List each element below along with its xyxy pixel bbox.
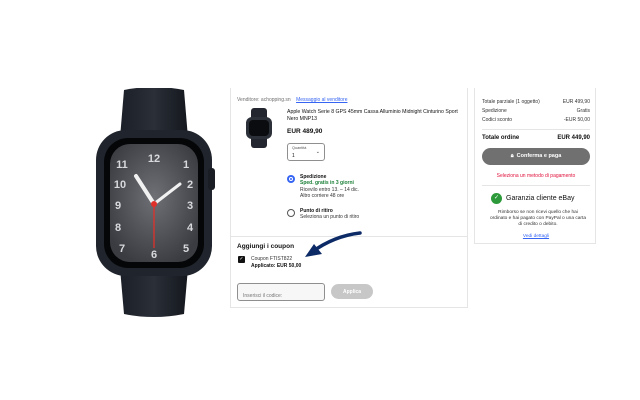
total-value: EUR 449,90 bbox=[557, 135, 590, 141]
pickup-option-radio[interactable] bbox=[287, 209, 295, 217]
shipping-more: Altro corriere 48 ore bbox=[300, 193, 345, 200]
summary-row-shipping: Spedizione Gratis bbox=[482, 108, 590, 114]
shipping-free-text: Sped. gratis in 3 giorni bbox=[300, 180, 354, 187]
shipping-option-radio[interactable] bbox=[287, 175, 295, 183]
payment-warning: Seleziona un metodo di pagamento bbox=[496, 173, 576, 179]
svg-text:4: 4 bbox=[187, 222, 194, 234]
svg-text:1: 1 bbox=[183, 159, 189, 171]
pickup-option[interactable]: Punto di ritiro Seleziona un punto di ri… bbox=[300, 208, 359, 221]
quantity-value: 1 bbox=[292, 153, 295, 159]
svg-text:7: 7 bbox=[119, 243, 125, 255]
summary-row-subtotal: Totale parziale (1 oggetto) EUR 499,90 bbox=[482, 99, 590, 105]
svg-text:6: 6 bbox=[151, 249, 157, 261]
cart-item-panel: Venditore: achopping.sn Messaggio al ven… bbox=[230, 88, 468, 236]
svg-text:3: 3 bbox=[187, 200, 193, 212]
svg-text:9: 9 bbox=[115, 200, 121, 212]
coupon-applied: Applicato: EUR 50,00 bbox=[251, 263, 302, 269]
seller-label: Venditore: bbox=[237, 97, 260, 103]
lock-icon: 🔒︎ bbox=[510, 153, 514, 159]
svg-text:2: 2 bbox=[187, 179, 193, 191]
summary-label: Totale parziale (1 oggetto) bbox=[482, 99, 540, 105]
coupon-code-field[interactable] bbox=[237, 283, 325, 304]
summary-row-total: Totale ordine EUR 449,90 bbox=[482, 135, 590, 141]
guarantee-details-link[interactable]: Vedi dettagli bbox=[482, 234, 590, 239]
apply-coupon-button[interactable]: Applica bbox=[331, 284, 373, 299]
chevron-down-icon: ⌄ bbox=[315, 149, 320, 155]
coupon-code-input[interactable] bbox=[238, 288, 324, 304]
product-image: 12 1 2 3 4 5 6 7 8 9 10 11 bbox=[96, 88, 215, 317]
guarantee-title: Garanzia cliente eBay bbox=[506, 195, 575, 202]
contact-seller-link[interactable]: Messaggio al venditore bbox=[296, 97, 347, 103]
pay-button-label: Conferma e paga bbox=[516, 153, 562, 159]
coupon-name: Coupon FTIST822 bbox=[251, 256, 293, 262]
summary-divider bbox=[482, 129, 590, 130]
seller-info: Venditore: achopping.sn Messaggio al ven… bbox=[237, 97, 347, 103]
quantity-label: Quantità bbox=[292, 146, 307, 150]
guarantee-text: Rimborso se non ricevi quello che hai or… bbox=[490, 210, 587, 227]
item-title[interactable]: Apple Watch Serie 8 GPS 45mm Cassa Allum… bbox=[287, 109, 463, 123]
coupon-heading: Aggiungi i coupon bbox=[237, 243, 295, 250]
summary-value: EUR 499,90 bbox=[562, 99, 590, 105]
total-label: Totale ordine bbox=[482, 135, 520, 141]
order-summary-panel: Totale parziale (1 oggetto) EUR 499,90 S… bbox=[474, 88, 596, 244]
item-thumbnail[interactable] bbox=[239, 108, 279, 148]
svg-text:11: 11 bbox=[116, 159, 128, 171]
svg-text:5: 5 bbox=[183, 243, 189, 255]
summary-row-discount: Codici sconto -EUR 50,00 bbox=[482, 117, 590, 123]
summary-label: Codici sconto bbox=[482, 117, 513, 123]
item-price: EUR 489,90 bbox=[287, 128, 323, 135]
svg-text:10: 10 bbox=[114, 179, 126, 191]
summary-divider bbox=[482, 185, 590, 186]
annotation-arrow-icon bbox=[305, 231, 362, 257]
shipping-option[interactable]: Spedizione Sped. gratis in 3 giorni Rice… bbox=[300, 174, 359, 200]
summary-value: -EUR 50,00 bbox=[563, 117, 590, 123]
seller-name[interactable]: achopping.sn bbox=[261, 97, 291, 103]
confirm-and-pay-button[interactable]: 🔒︎ Conferma e paga bbox=[482, 148, 590, 165]
coupon-checkbox[interactable]: ✓ bbox=[238, 256, 245, 263]
svg-text:12: 12 bbox=[148, 153, 160, 165]
summary-value: Gratis bbox=[576, 108, 590, 114]
pickup-text: Seleziona un punto di ritiro bbox=[300, 214, 360, 221]
quantity-select[interactable]: Quantità 1 ⌄ bbox=[287, 143, 325, 161]
shield-check-icon: ✓ bbox=[491, 193, 502, 204]
summary-label: Spedizione bbox=[482, 108, 507, 114]
svg-text:8: 8 bbox=[115, 222, 121, 234]
